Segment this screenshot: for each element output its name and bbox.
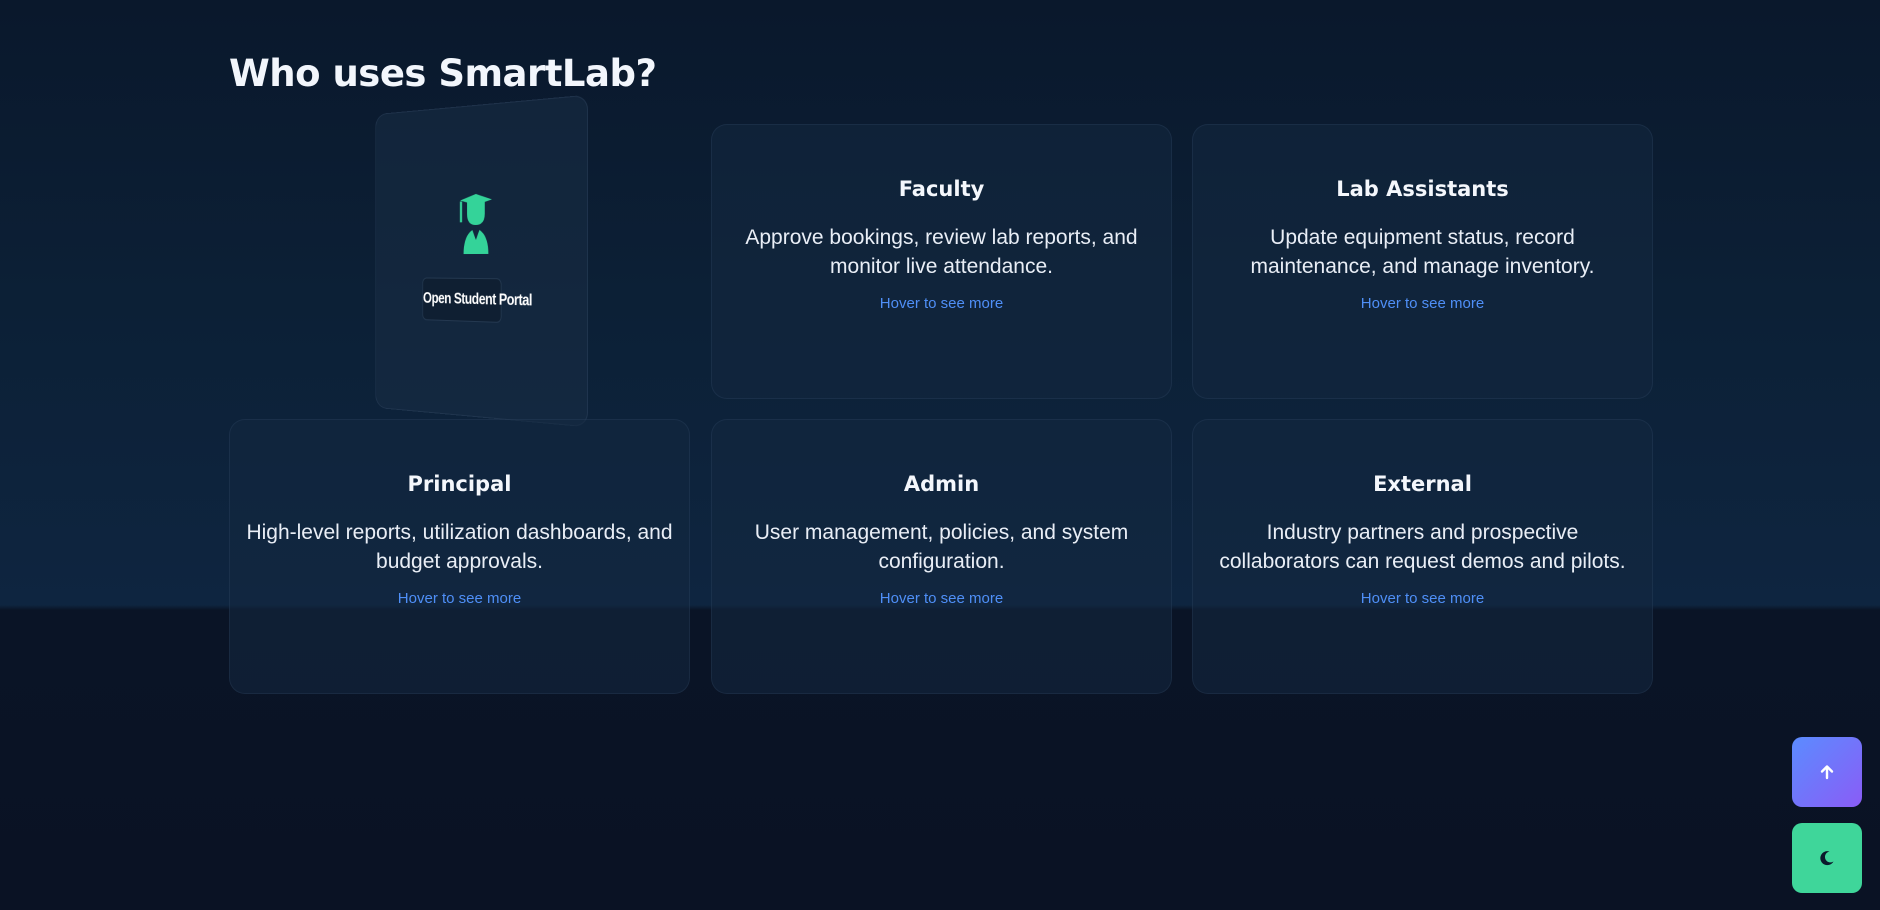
card-description: High-level reports, utilization dashboar… [246, 521, 673, 573]
card-title: Admin [903, 472, 980, 496]
role-card-principal[interactable]: Principal High-level reports, utilizatio… [229, 419, 690, 694]
student-card[interactable]: Open Student Portal [375, 94, 589, 428]
card-title: External [1373, 472, 1472, 496]
card-description: User management, policies, and system co… [754, 521, 1129, 573]
open-student-portal-button[interactable]: Open Student Portal [422, 277, 532, 323]
card-hint-link[interactable]: Hover to see more [712, 295, 1171, 312]
role-card-faculty[interactable]: Faculty Approve bookings, review lab rep… [711, 124, 1172, 399]
theme-toggle-button[interactable] [1792, 823, 1862, 893]
card-title: Principal [407, 472, 512, 496]
moon-icon [1820, 851, 1834, 866]
role-card-external[interactable]: External Industry partners and prospecti… [1192, 419, 1653, 694]
card-description: Update equipment status, record maintena… [1250, 226, 1595, 278]
role-card-lab-assistants[interactable]: Lab Assistants Update equipment status, … [1192, 124, 1653, 399]
card-title: Lab Assistants [1336, 177, 1509, 201]
card-hint-link[interactable]: Hover to see more [230, 590, 689, 607]
card-description: Approve bookings, review lab reports, an… [745, 226, 1138, 278]
card-title: Faculty [898, 177, 985, 201]
arrow-up-icon [1820, 765, 1834, 780]
card-hint-link[interactable]: Hover to see more [1193, 295, 1652, 312]
section-title: Who uses SmartLab? [229, 52, 657, 95]
role-card-admin[interactable]: Admin User management, policies, and sys… [711, 419, 1172, 694]
student-graduate-icon [451, 193, 492, 255]
card-description: Industry partners and prospective collab… [1219, 521, 1626, 573]
scroll-to-top-button[interactable] [1792, 737, 1862, 807]
card-hint-link[interactable]: Hover to see more [1193, 590, 1652, 607]
page: Who uses SmartLab? Open Student Portal F… [0, 0, 1880, 910]
card-hint-link[interactable]: Hover to see more [712, 590, 1171, 607]
